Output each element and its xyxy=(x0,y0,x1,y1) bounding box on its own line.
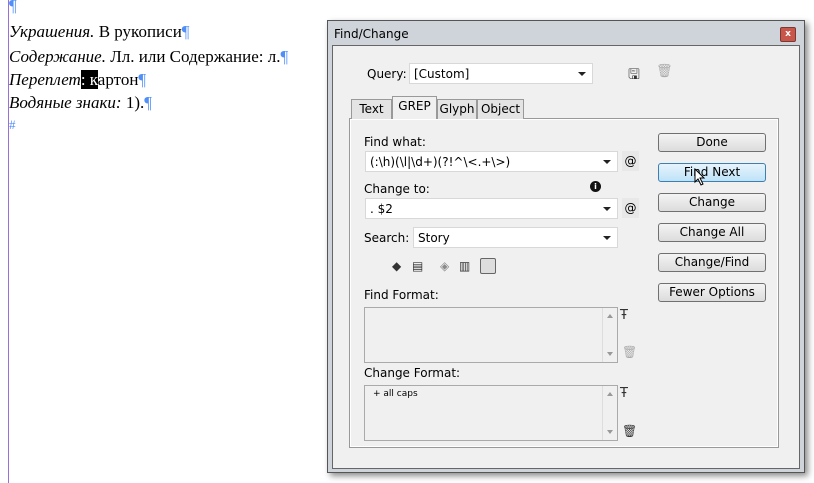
special-characters-change-button[interactable]: @ xyxy=(622,198,639,218)
doc-line-3[interactable]: Переплет: картон¶ xyxy=(9,70,146,90)
find-format-box[interactable] xyxy=(364,307,618,363)
change-to-input[interactable]: . $2 xyxy=(365,198,618,219)
change-all-button[interactable]: Change All xyxy=(658,223,766,242)
chevron-down-icon xyxy=(578,72,586,76)
mouse-cursor-icon xyxy=(694,168,706,186)
empty-paragraph-mark: ¶ xyxy=(9,0,17,15)
include-locked-stories-icon[interactable]: ▤ xyxy=(412,259,423,273)
specify-find-format-icon[interactable]: Ŧ xyxy=(620,308,628,323)
search-scope-select[interactable]: Story xyxy=(413,227,618,248)
scrollbar[interactable] xyxy=(602,308,617,362)
include-master-pages-icon[interactable]: ▥ xyxy=(459,259,470,273)
change-button[interactable]: Change xyxy=(658,193,766,212)
find-what-label: Find what: xyxy=(364,135,426,149)
find-what-input[interactable]: (:\h)(\l|\d+)(?!^\<.+\>) xyxy=(365,151,618,172)
change-to-label: Change to: xyxy=(364,182,430,196)
find-next-button[interactable]: Find Next xyxy=(658,163,766,182)
include-locked-layers-icon[interactable]: ◆ xyxy=(392,259,401,273)
change-format-label: Change Format: xyxy=(364,366,461,380)
find-format-label: Find Format: xyxy=(364,288,439,302)
info-icon[interactable]: i xyxy=(590,181,601,192)
include-hidden-layers-icon[interactable]: ◈ xyxy=(440,259,449,273)
text-selection: : к xyxy=(80,70,98,89)
chevron-down-icon xyxy=(603,236,611,240)
clear-find-format-icon[interactable]: 🗑 xyxy=(622,345,637,359)
done-button[interactable]: Done xyxy=(658,133,766,152)
fewer-options-button[interactable]: Fewer Options xyxy=(658,283,766,302)
tab-glyph[interactable]: Glyph xyxy=(437,99,477,119)
close-button[interactable]: x xyxy=(780,27,796,42)
specify-change-format-icon[interactable]: Ŧ xyxy=(620,386,628,401)
doc-line-2[interactable]: Содержание. Лл. или Содержание: л.¶ xyxy=(9,47,288,67)
tab-object[interactable]: Object xyxy=(477,99,524,119)
tab-text[interactable]: Text xyxy=(351,99,392,119)
delete-query-icon[interactable]: 🗑 xyxy=(656,64,673,79)
special-characters-find-button[interactable]: @ xyxy=(622,151,639,171)
doc-line-1[interactable]: Украшения. В рукописи¶ xyxy=(9,22,190,42)
doc-line-4[interactable]: Водяные знаки: 1).¶ xyxy=(9,93,152,113)
scrollbar[interactable] xyxy=(602,386,617,440)
search-label: Search: xyxy=(364,231,410,245)
change-format-box[interactable]: + all caps xyxy=(364,385,618,441)
end-of-story-mark: # xyxy=(9,117,16,132)
clear-change-format-icon[interactable]: 🗑 xyxy=(622,424,637,438)
query-select[interactable]: [Custom] xyxy=(409,63,593,84)
chevron-down-icon xyxy=(603,207,611,211)
save-query-icon[interactable]: 🖫 xyxy=(628,64,640,88)
include-footnotes-icon[interactable] xyxy=(480,258,496,274)
query-label: Query: xyxy=(367,67,407,81)
tab-grep[interactable]: GREP xyxy=(392,96,437,119)
change-find-button[interactable]: Change/Find xyxy=(658,253,766,272)
chevron-down-icon xyxy=(603,160,611,164)
dialog-title: Find/Change xyxy=(334,27,409,41)
